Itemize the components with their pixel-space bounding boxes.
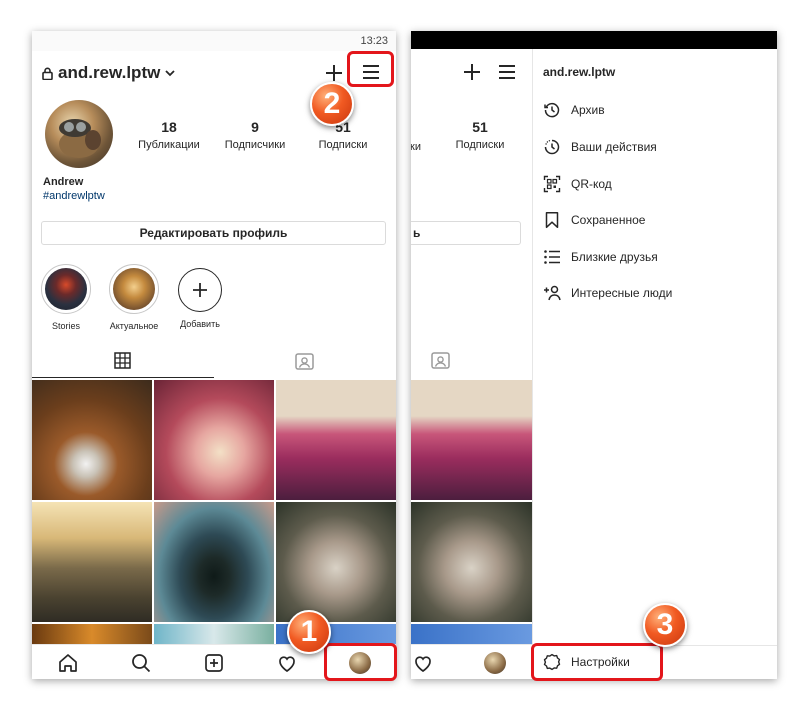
post-thumbnail[interactable] [32,502,152,622]
status-bar [411,31,777,49]
new-post-icon[interactable] [460,60,484,84]
story-add-button[interactable]: Добавить [165,268,235,329]
post-thumbnail[interactable] [154,380,274,500]
menu-item-saved[interactable]: Сохраненное [543,209,645,231]
lock-icon [42,67,53,80]
profile-hashtag[interactable]: #andrewlptw [43,190,105,202]
story-thumbnail [45,268,87,310]
callout-step-3: 3 [643,603,687,647]
profile-tabs [32,345,396,379]
menu-item-your-activity[interactable]: Ваши действия [543,136,657,158]
post-thumbnail[interactable] [154,502,274,622]
menu-item-archive[interactable]: Архив [543,99,605,121]
profile-name: Andrew [43,176,84,188]
status-bar: 13:23 [32,31,396,51]
callout-highlight-menu-button [347,51,394,87]
create-post-icon[interactable] [203,652,225,674]
archive-icon [544,102,560,118]
active-tab-indicator [32,377,214,378]
tagged-tab-icon[interactable] [295,352,314,370]
plus-icon [193,283,207,297]
discover-people-icon [544,285,561,301]
home-icon[interactable] [57,652,79,674]
post-thumbnail[interactable] [154,624,274,646]
activity-heart-icon[interactable] [412,652,434,674]
callout-highlight-settings [531,643,663,681]
post-thumbnail[interactable] [411,380,532,500]
menu-item-qr-code[interactable]: QR-код [543,173,612,195]
post-thumbnail[interactable] [276,502,396,622]
menu-icon[interactable] [495,60,519,84]
username-switcher[interactable]: and.rew.lptw [42,63,175,83]
post-thumbnail[interactable] [32,380,152,500]
story-highlight-actual[interactable]: Актуальное [99,264,169,331]
stat-posts[interactable]: 18 Публикации [129,119,209,151]
tagged-tab-icon[interactable] [431,351,450,369]
stat-following[interactable]: 51 Подписки [303,119,383,151]
post-thumbnail[interactable] [411,502,532,622]
story-highlight-stories[interactable]: Stories [32,264,101,331]
posts-grid [32,380,396,646]
stat-following[interactable]: 51 Подписки [440,119,520,151]
post-thumbnail[interactable] [411,624,532,646]
close-friends-icon [544,250,560,264]
status-time: 13:23 [360,35,388,47]
callout-highlight-profile-tab [324,643,397,681]
menu-drawer-screen: 51 Подписки ки ь and.rew.lptw Архив Ваши… [411,31,777,679]
story-thumbnail [113,268,155,310]
profile-avatar[interactable] [45,100,113,168]
qr-code-icon [543,175,561,193]
menu-item-discover-people[interactable]: Интересные люди [543,282,672,304]
side-menu: and.rew.lptw Архив Ваши действия QR-код … [533,49,777,679]
grid-tab-icon[interactable] [114,352,131,369]
edit-profile-button[interactable]: ь [411,221,521,245]
chevron-down-icon [165,69,175,76]
stat-label-partial: ки [411,141,421,153]
bottom-navigation [411,644,532,679]
activity-heart-icon[interactable] [276,652,298,674]
menu-item-close-friends[interactable]: Близкие друзья [543,246,658,268]
menu-username: and.rew.lptw [543,65,616,79]
activity-icon [544,139,560,155]
profile-background-strip: 51 Подписки ки ь [411,49,532,679]
profile-screen: 13:23 and.rew.lptw 18 Публикации 9 Подпи… [32,31,396,679]
header-username: and.rew.lptw [58,63,161,82]
edit-profile-button[interactable]: Редактировать профиль [41,221,386,245]
callout-step-1: 1 [287,610,331,654]
profile-tab-avatar[interactable] [484,652,506,674]
post-thumbnail[interactable] [32,624,152,646]
callout-step-2: 2 [310,82,354,126]
bookmark-icon [545,212,559,229]
stat-followers[interactable]: 9 Подписчики [215,119,295,151]
post-thumbnail[interactable] [276,380,396,500]
search-icon[interactable] [130,652,152,674]
